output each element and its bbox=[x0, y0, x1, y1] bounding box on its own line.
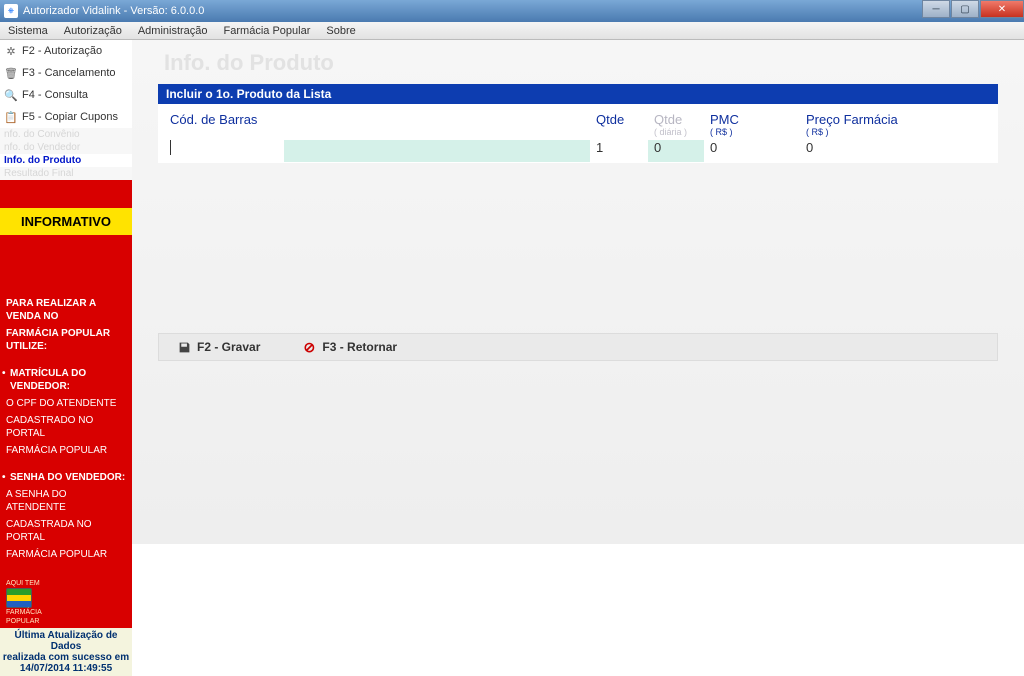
flag-icon bbox=[6, 588, 32, 608]
preco-input[interactable]: 0 bbox=[800, 140, 998, 162]
sidebar: ✲ F2 - Autorização 🗑 F3 - Cancelamento 🔍… bbox=[0, 40, 132, 544]
farmacia-popular-logo: AQUI TEM FARMÁCIA POPULAR bbox=[6, 579, 40, 626]
titlebar: ⎈ Autorizador Vidalink - Versão: 6.0.0.0… bbox=[0, 0, 1024, 22]
nav-sub-convenio[interactable]: nfo. do Convênio bbox=[0, 128, 132, 141]
info-b2b: A SENHA DO ATENDENTE bbox=[0, 486, 132, 516]
nav-f5-copiar-cupons[interactable]: 📋 F5 - Copiar Cupons bbox=[0, 106, 132, 128]
info-b2a: SENHA DO VENDEDOR: bbox=[0, 469, 132, 486]
footer-l3: 14/07/2014 11:49:55 bbox=[0, 663, 132, 674]
product-name-display bbox=[284, 140, 590, 162]
content-area: Info. do Produto Incluir o 1o. Produto d… bbox=[132, 40, 1024, 544]
nav-label: F3 - Cancelamento bbox=[22, 67, 116, 79]
info-b1d: FARMÁCIA POPULAR bbox=[0, 442, 132, 459]
col-preco-label: Preço Farmácia bbox=[806, 112, 898, 127]
panel-header: Incluir o 1o. Produto da Lista bbox=[158, 84, 998, 104]
table-row: 1 0 0 0 bbox=[158, 139, 998, 163]
menu-sobre[interactable]: Sobre bbox=[318, 25, 363, 37]
return-button[interactable]: ⊘ F3 - Retornar bbox=[302, 340, 397, 354]
qtde-input[interactable]: 1 bbox=[590, 140, 648, 162]
info-b1c: CADASTRADO NO PORTAL bbox=[0, 412, 132, 442]
col-qtde: Qtde bbox=[590, 110, 648, 139]
return-label: F3 - Retornar bbox=[322, 340, 397, 354]
nav-f2-autorizacao[interactable]: ✲ F2 - Autorização bbox=[0, 40, 132, 62]
col-pmc: PMC ( R$ ) bbox=[704, 110, 800, 139]
nav-sub-vendedor[interactable]: nfo. do Vendedor bbox=[0, 141, 132, 154]
page-title: Info. do Produto bbox=[164, 50, 998, 76]
search-icon: 🔍 bbox=[4, 88, 18, 102]
menu-administracao[interactable]: Administração bbox=[130, 25, 216, 37]
nav-f3-cancelamento[interactable]: 🗑 F3 - Cancelamento bbox=[0, 62, 132, 84]
footer-update: Última Atualização de Dados realizada co… bbox=[0, 628, 132, 676]
pmc-input[interactable]: 0 bbox=[704, 140, 800, 162]
qtde-diaria-display: 0 bbox=[648, 140, 704, 162]
save-button[interactable]: F2 - Gravar bbox=[177, 340, 260, 354]
informativo-heading: INFORMATIVO bbox=[0, 208, 132, 235]
menubar: Sistema Autorização Administração Farmác… bbox=[0, 22, 1024, 40]
copy-icon: 📋 bbox=[4, 110, 18, 124]
col-qtded-sub: ( diária ) bbox=[654, 127, 698, 137]
info-b2d: FARMÁCIA POPULAR bbox=[0, 546, 132, 563]
action-bar: F2 - Gravar ⊘ F3 - Retornar bbox=[158, 333, 998, 361]
barcode-input[interactable] bbox=[158, 140, 284, 162]
logo-text-3: POPULAR bbox=[6, 618, 40, 626]
nav-label: F5 - Copiar Cupons bbox=[22, 111, 118, 123]
titlebar-text: Autorizador Vidalink - Versão: 6.0.0.0 bbox=[23, 5, 921, 17]
col-qtded-label: Qtde bbox=[654, 112, 682, 127]
nav-sub-resultado[interactable]: Resultado Final bbox=[0, 167, 132, 180]
minimize-button[interactable]: ─ bbox=[922, 0, 950, 18]
nav-f4-consulta[interactable]: 🔍 F4 - Consulta bbox=[0, 84, 132, 106]
informativo-panel: INFORMATIVO PARA REALIZAR A VENDA NO FAR… bbox=[0, 180, 132, 628]
cancel-icon: ⊘ bbox=[302, 340, 316, 354]
info-head-1b: FARMÁCIA POPULAR UTILIZE: bbox=[0, 325, 132, 355]
col-pmc-label: PMC bbox=[710, 112, 739, 127]
maximize-button[interactable]: ▢ bbox=[951, 0, 979, 18]
nav-sub-produto[interactable]: Info. do Produto bbox=[0, 154, 132, 167]
col-preco-sub: ( R$ ) bbox=[806, 127, 992, 137]
table-header-row: Cód. de Barras Qtde Qtde ( diária ) PMC … bbox=[158, 110, 998, 139]
col-pmc-sub: ( R$ ) bbox=[710, 127, 794, 137]
save-icon bbox=[177, 340, 191, 354]
menu-sistema[interactable]: Sistema bbox=[0, 25, 56, 37]
logo-text-1: AQUI TEM bbox=[6, 580, 40, 588]
logo-text-2: FARMÁCIA bbox=[6, 609, 40, 617]
menu-farmacia-popular[interactable]: Farmácia Popular bbox=[216, 25, 319, 37]
info-b1a: MATRÍCULA DO VENDEDOR: bbox=[0, 365, 132, 395]
gear-icon: ✲ bbox=[4, 44, 18, 58]
info-b1b: O CPF DO ATENDENTE bbox=[0, 395, 132, 412]
nav-label: F4 - Consulta bbox=[22, 89, 88, 101]
save-label: F2 - Gravar bbox=[197, 340, 260, 354]
col-barras: Cód. de Barras bbox=[158, 110, 590, 139]
info-b2c: CADASTRADA NO PORTAL bbox=[0, 516, 132, 546]
footer-l2: realizada com sucesso em bbox=[0, 652, 132, 663]
panel-body: Cód. de Barras Qtde Qtde ( diária ) PMC … bbox=[158, 104, 998, 163]
nav-label: F2 - Autorização bbox=[22, 45, 102, 57]
info-head-1a: PARA REALIZAR A VENDA NO bbox=[0, 295, 132, 325]
trash-icon: 🗑 bbox=[4, 66, 18, 80]
app-icon: ⎈ bbox=[4, 4, 18, 18]
close-button[interactable]: ✕ bbox=[980, 0, 1024, 18]
footer-l1: Última Atualização de Dados bbox=[0, 630, 132, 652]
menu-autorizacao[interactable]: Autorização bbox=[56, 25, 130, 37]
col-qtde-diaria: Qtde ( diária ) bbox=[648, 110, 704, 139]
col-preco: Preço Farmácia ( R$ ) bbox=[800, 110, 998, 139]
